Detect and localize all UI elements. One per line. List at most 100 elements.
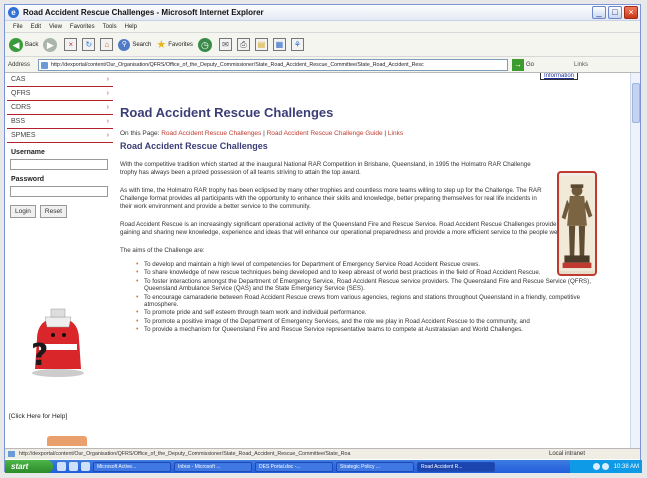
sidebar-item-qfrs[interactable]: QFRS ›	[7, 87, 113, 101]
title-bar: e Road Accident Rescue Challenges - Micr…	[5, 5, 640, 21]
minimize-button[interactable]: _	[592, 6, 606, 19]
chevron-right-icon: ›	[106, 104, 109, 111]
history-button[interactable]: ◷	[197, 37, 214, 52]
list-item: To provide a mechanism for Queensland Fi…	[136, 326, 591, 334]
trophy-statue-icon	[559, 176, 595, 271]
window-title: Road Accident Rescue Challenges - Micros…	[23, 8, 264, 17]
help-mascot-icon: ?	[31, 308, 84, 377]
star-icon: ★	[156, 39, 167, 51]
list-item: To promote pride and self esteem through…	[136, 309, 591, 317]
menu-file[interactable]: File	[13, 24, 23, 30]
list-item: To encourage camaraderie between Road Ac…	[136, 294, 591, 309]
list-item: To develop and maintain a high level of …	[136, 261, 591, 269]
menu-view[interactable]: View	[49, 24, 62, 30]
maximize-button[interactable]: □	[608, 6, 622, 19]
sidebar-item-bss[interactable]: BSS ›	[7, 115, 113, 129]
list-item: To promote a positive image of the Depar…	[136, 318, 591, 326]
clock: 10:38 AM	[613, 463, 639, 470]
back-arrow-icon: ◀	[9, 37, 23, 52]
reset-button[interactable]: Reset	[39, 205, 67, 218]
mail-icon: ✉	[218, 38, 232, 51]
taskbar-item[interactable]: Strategic Policy ...	[336, 461, 414, 472]
discuss-button[interactable]: ▦	[272, 38, 286, 51]
favorites-button[interactable]: ★ Favorites	[156, 38, 193, 51]
address-bar: Address http://dexportal/content/Our_Org…	[5, 57, 640, 73]
outlook-icon[interactable]	[81, 462, 90, 471]
on-this-page-label: On this Page:	[120, 130, 160, 137]
start-button[interactable]: start	[5, 460, 53, 473]
scroll-thumb[interactable]	[632, 83, 640, 123]
login-button[interactable]: Login	[10, 205, 36, 218]
svg-text:?: ?	[31, 338, 48, 373]
taskbar-item[interactable]: DES Portal.doc -...	[255, 461, 333, 472]
address-input[interactable]: http://dexportal/content/Our_Organisatio…	[38, 58, 508, 71]
menu-tools[interactable]: Tools	[103, 24, 117, 30]
links-button[interactable]: Links	[574, 62, 588, 68]
password-field[interactable]	[10, 186, 108, 197]
stop-button[interactable]: ×	[64, 38, 78, 51]
search-icon: ⚲	[118, 38, 131, 51]
main-column: Information Road Accident Rescue Challen…	[120, 73, 625, 335]
status-url: http://dexportal/content/Our_Organisatio…	[5, 451, 525, 457]
sidebar-item-cas[interactable]: CAS ›	[7, 73, 113, 87]
otp-link-links[interactable]: Links	[388, 130, 403, 137]
address-label: Address	[8, 61, 31, 68]
edit-button[interactable]: ▤	[254, 38, 268, 51]
menu-favorites[interactable]: Favorites	[70, 24, 95, 30]
print-button[interactable]: ⎙	[236, 38, 250, 51]
folder-icon: ▤	[254, 38, 268, 51]
chevron-right-icon: ›	[106, 90, 109, 97]
quick-launch	[57, 462, 90, 471]
search-button[interactable]: ⚲ Search	[118, 38, 151, 51]
list-item: To share knowledge of new rescue techniq…	[136, 269, 591, 277]
taskbar-item[interactable]: Inbox - Microsoft ...	[174, 461, 252, 472]
forward-arrow-icon: ▶	[43, 37, 58, 52]
ie-icon[interactable]	[69, 462, 78, 471]
mail-button[interactable]: ✉	[218, 38, 232, 51]
refresh-button[interactable]: ↻	[82, 38, 96, 51]
go-arrow-icon[interactable]: →	[512, 58, 524, 71]
sidebar-item-spmes[interactable]: SPMES ›	[7, 129, 113, 143]
menu-edit[interactable]: Edit	[31, 24, 41, 30]
refresh-icon: ↻	[82, 38, 96, 51]
chevron-right-icon: ›	[106, 132, 109, 139]
stop-icon: ×	[64, 38, 78, 51]
intro-paragraph: With the competitive tradition which sta…	[120, 161, 531, 176]
otp-link-guide[interactable]: Road Accident Rescue Challenge Guide	[267, 130, 383, 137]
trophy-paragraph: As with time, the Holmatro RAR trophy ha…	[120, 187, 542, 210]
tray-volume-icon[interactable]	[601, 463, 609, 470]
trophy-image	[557, 171, 597, 276]
otp-link-challenges[interactable]: Road Accident Rescue Challenges	[161, 130, 261, 137]
ie-logo-icon: e	[8, 7, 19, 18]
close-button[interactable]: ×	[624, 6, 638, 19]
desktop-icon[interactable]	[57, 462, 66, 471]
information-link[interactable]: Information	[540, 73, 579, 80]
chevron-right-icon: ›	[106, 118, 109, 125]
go-button[interactable]: Go	[526, 62, 534, 68]
sidebar-tab[interactable]	[47, 436, 87, 446]
home-button[interactable]: ⌂	[100, 38, 114, 51]
system-tray: 10:38 AM	[570, 460, 642, 473]
status-bar: http://dexportal/content/Our_Organisatio…	[5, 448, 640, 459]
menu-help[interactable]: Help	[125, 24, 137, 30]
help-link[interactable]: [Click Here for Help]	[9, 413, 67, 420]
forward-button[interactable]: ▶	[43, 37, 59, 52]
tray-network-icon[interactable]	[592, 463, 600, 470]
taskbar: start Microsoft Active... Inbox - Micros…	[5, 460, 642, 473]
page-content: CAS › QFRS › CDRS › BSS › SPMES › Username Pa…	[5, 73, 632, 448]
back-button[interactable]: ◀ Back	[9, 37, 38, 52]
taskbar-item[interactable]: Microsoft Active...	[93, 461, 171, 472]
messenger-button[interactable]: ⚘	[290, 38, 304, 51]
sidebar-item-cdrs[interactable]: CDRS ›	[7, 101, 113, 115]
vertical-scrollbar[interactable]	[630, 73, 640, 448]
username-label: Username	[11, 149, 45, 156]
username-field[interactable]	[10, 159, 108, 170]
print-icon: ⎙	[236, 38, 250, 51]
chevron-right-icon: ›	[106, 76, 109, 83]
password-label: Password	[11, 176, 45, 183]
security-zone: Local intranet	[549, 451, 586, 457]
page-title: Road Accident Rescue Challenges	[120, 105, 334, 120]
aims-list: To develop and maintain a high level of …	[136, 261, 625, 334]
history-icon: ◷	[197, 37, 212, 52]
taskbar-item-active[interactable]: Road Accident R...	[417, 461, 495, 472]
